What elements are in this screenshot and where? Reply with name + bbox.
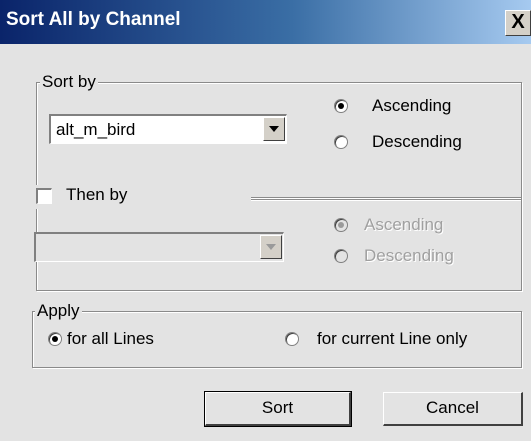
- close-button[interactable]: X: [505, 10, 531, 36]
- radio-indicator: [285, 332, 299, 346]
- radio-selected-dot: [338, 103, 344, 109]
- title-bar: Sort All by Channel X: [0, 0, 531, 44]
- cancel-button[interactable]: Cancel: [383, 392, 523, 426]
- apply-all-lines-radio[interactable]: for all Lines: [48, 329, 248, 351]
- then-by-descending-radio[interactable]: Descending: [334, 246, 504, 268]
- sort-by-ascending-label: Ascending: [372, 96, 452, 115]
- sort-by-value: alt_m_bird: [56, 120, 136, 139]
- sort-by-descending-radio[interactable]: Descending: [334, 132, 504, 154]
- dialog-body: Sort by alt_m_bird Ascending Descending …: [0, 44, 531, 441]
- then-by-checkbox[interactable]: [36, 188, 52, 204]
- chevron-down-icon: [266, 244, 276, 250]
- apply-all-lines-label: for all Lines: [67, 329, 154, 348]
- radio-indicator: [334, 99, 348, 113]
- then-by-ascending-radio[interactable]: Ascending: [334, 215, 504, 237]
- radio-indicator: [334, 249, 348, 263]
- sort-by-dropdown[interactable]: alt_m_bird: [49, 114, 287, 144]
- apply-legend: Apply: [35, 301, 82, 321]
- then-by-ascending-label: Ascending: [364, 215, 444, 234]
- radio-indicator: [334, 135, 348, 149]
- then-by-descending-label: Descending: [364, 246, 454, 265]
- sort-by-legend: Sort by: [40, 72, 98, 92]
- radio-selected-dot: [338, 222, 344, 228]
- window-title: Sort All by Channel: [6, 9, 181, 30]
- radio-indicator: [334, 218, 348, 232]
- then-by-label: Then by: [66, 185, 128, 204]
- sort-by-descending-label: Descending: [372, 132, 462, 151]
- apply-current-line-label: for current Line only: [317, 329, 468, 348]
- radio-selected-dot: [52, 336, 58, 342]
- then-by-dropdown-button[interactable]: [260, 235, 282, 259]
- radio-indicator: [48, 332, 62, 346]
- sort-button[interactable]: Sort: [204, 391, 352, 427]
- then-by-dropdown[interactable]: [34, 232, 284, 262]
- sort-by-ascending-radio[interactable]: Ascending: [334, 96, 504, 118]
- sort-by-dropdown-button[interactable]: [263, 117, 285, 141]
- chevron-down-icon: [269, 126, 279, 132]
- apply-current-line-radio[interactable]: for current Line only: [285, 329, 515, 351]
- then-by-header: Then by: [33, 185, 251, 209]
- close-icon: X: [511, 11, 525, 33]
